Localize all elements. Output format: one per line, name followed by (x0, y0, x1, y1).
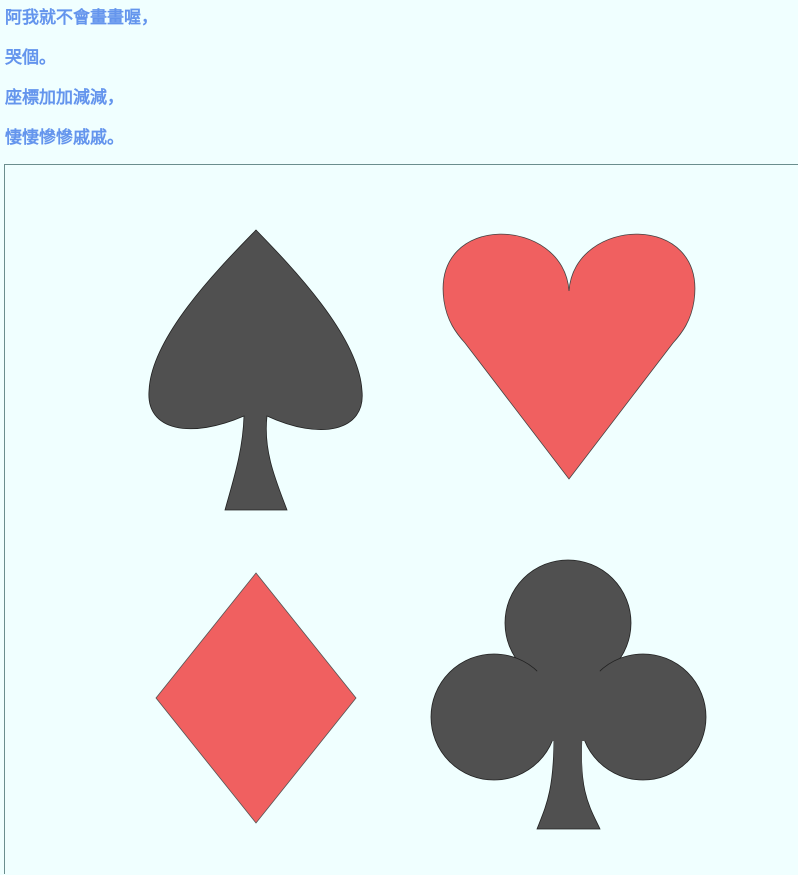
club-icon (430, 559, 707, 830)
drawing-canvas (4, 164, 798, 874)
text-line-2: 哭個。 (5, 48, 56, 68)
spade-icon (148, 229, 363, 511)
text-line-3: 座標加加減減， (5, 88, 124, 108)
text-line-1: 阿我就不會畫畫喔， (5, 8, 158, 28)
card-suits-drawing (148, 229, 707, 830)
text-line-4: 悽悽慘慘戚戚。 (5, 128, 124, 148)
heart-icon (442, 233, 696, 480)
diamond-icon (155, 572, 357, 824)
